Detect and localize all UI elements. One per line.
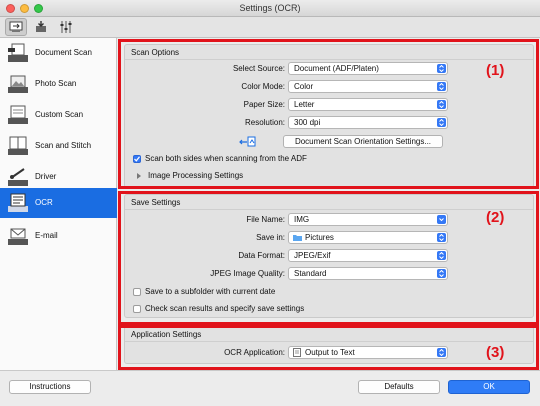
sidebar-item-document-scan[interactable]: Document Scan	[0, 38, 117, 68]
scan-from-operation-panel-tab[interactable]	[30, 18, 52, 36]
sidebar-item-ocr[interactable]: OCR	[0, 188, 117, 218]
instructions-button[interactable]: Instructions	[9, 380, 91, 394]
scan-and-stitch-icon	[8, 136, 28, 155]
sidebar-item-email[interactable]: E-mail	[0, 221, 117, 251]
callout-label-1: (1)	[486, 62, 505, 79]
toolbar	[0, 17, 540, 38]
callout-box-1	[118, 39, 539, 189]
callout-box-3	[118, 325, 539, 370]
scan-from-operation-panel-icon	[36, 21, 46, 32]
sidebar-item-custom-scan[interactable]: Custom Scan	[0, 100, 117, 130]
window-title: Settings (OCR)	[239, 3, 301, 13]
ok-button[interactable]: OK	[448, 380, 530, 394]
general-settings-icon	[60, 21, 72, 33]
sidebar-item-scan-and-stitch[interactable]: Scan and Stitch	[0, 131, 117, 161]
title-bar: Settings (OCR)	[0, 0, 540, 17]
scan-from-computer-tab[interactable]	[5, 18, 27, 36]
photo-scan-icon	[8, 75, 28, 93]
callout-label-3: (3)	[486, 344, 505, 361]
footer-bar: Instructions Defaults OK	[0, 370, 540, 406]
scan-from-computer-icon	[9, 21, 23, 32]
sidebar-item-photo-scan[interactable]: Photo Scan	[0, 69, 117, 99]
sidebar-item-label: Custom Scan	[35, 110, 84, 119]
sidebar-item-label: Photo Scan	[35, 79, 77, 88]
sidebar-item-label: Document Scan	[35, 48, 92, 57]
ocr-icon	[8, 193, 28, 212]
general-settings-tab[interactable]	[55, 18, 77, 36]
email-icon	[8, 228, 28, 245]
driver-icon	[8, 168, 28, 186]
sidebar-item-label: Driver	[35, 172, 57, 181]
defaults-button[interactable]: Defaults	[358, 380, 440, 394]
callout-label-2: (2)	[486, 209, 505, 226]
sidebar-item-label: Scan and Stitch	[35, 141, 92, 150]
sidebar-item-label: OCR	[35, 198, 53, 207]
document-scan-icon	[8, 43, 28, 62]
custom-scan-icon	[8, 105, 28, 124]
sidebar: Document Scan Photo Scan Custom Scan Sca…	[0, 38, 117, 370]
sidebar-item-label: E-mail	[35, 231, 58, 240]
callout-box-2	[118, 191, 539, 325]
